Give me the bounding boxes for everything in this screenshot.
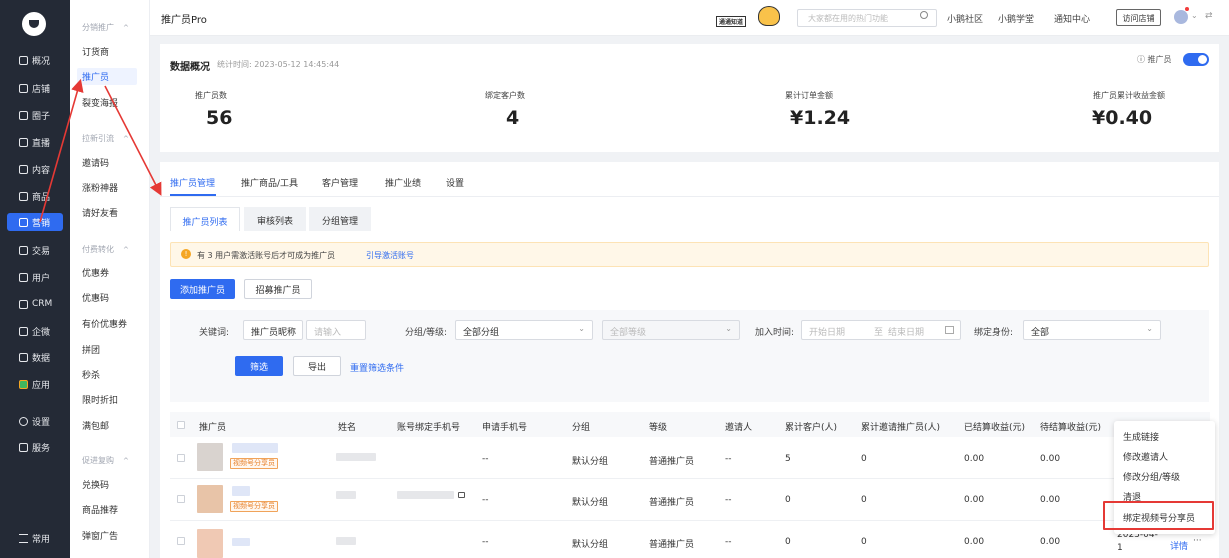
arrow-to-promoter-menu [39,78,84,223]
annotation-arrows [39,78,162,223]
arrow-to-promoter-tab [104,85,162,196]
